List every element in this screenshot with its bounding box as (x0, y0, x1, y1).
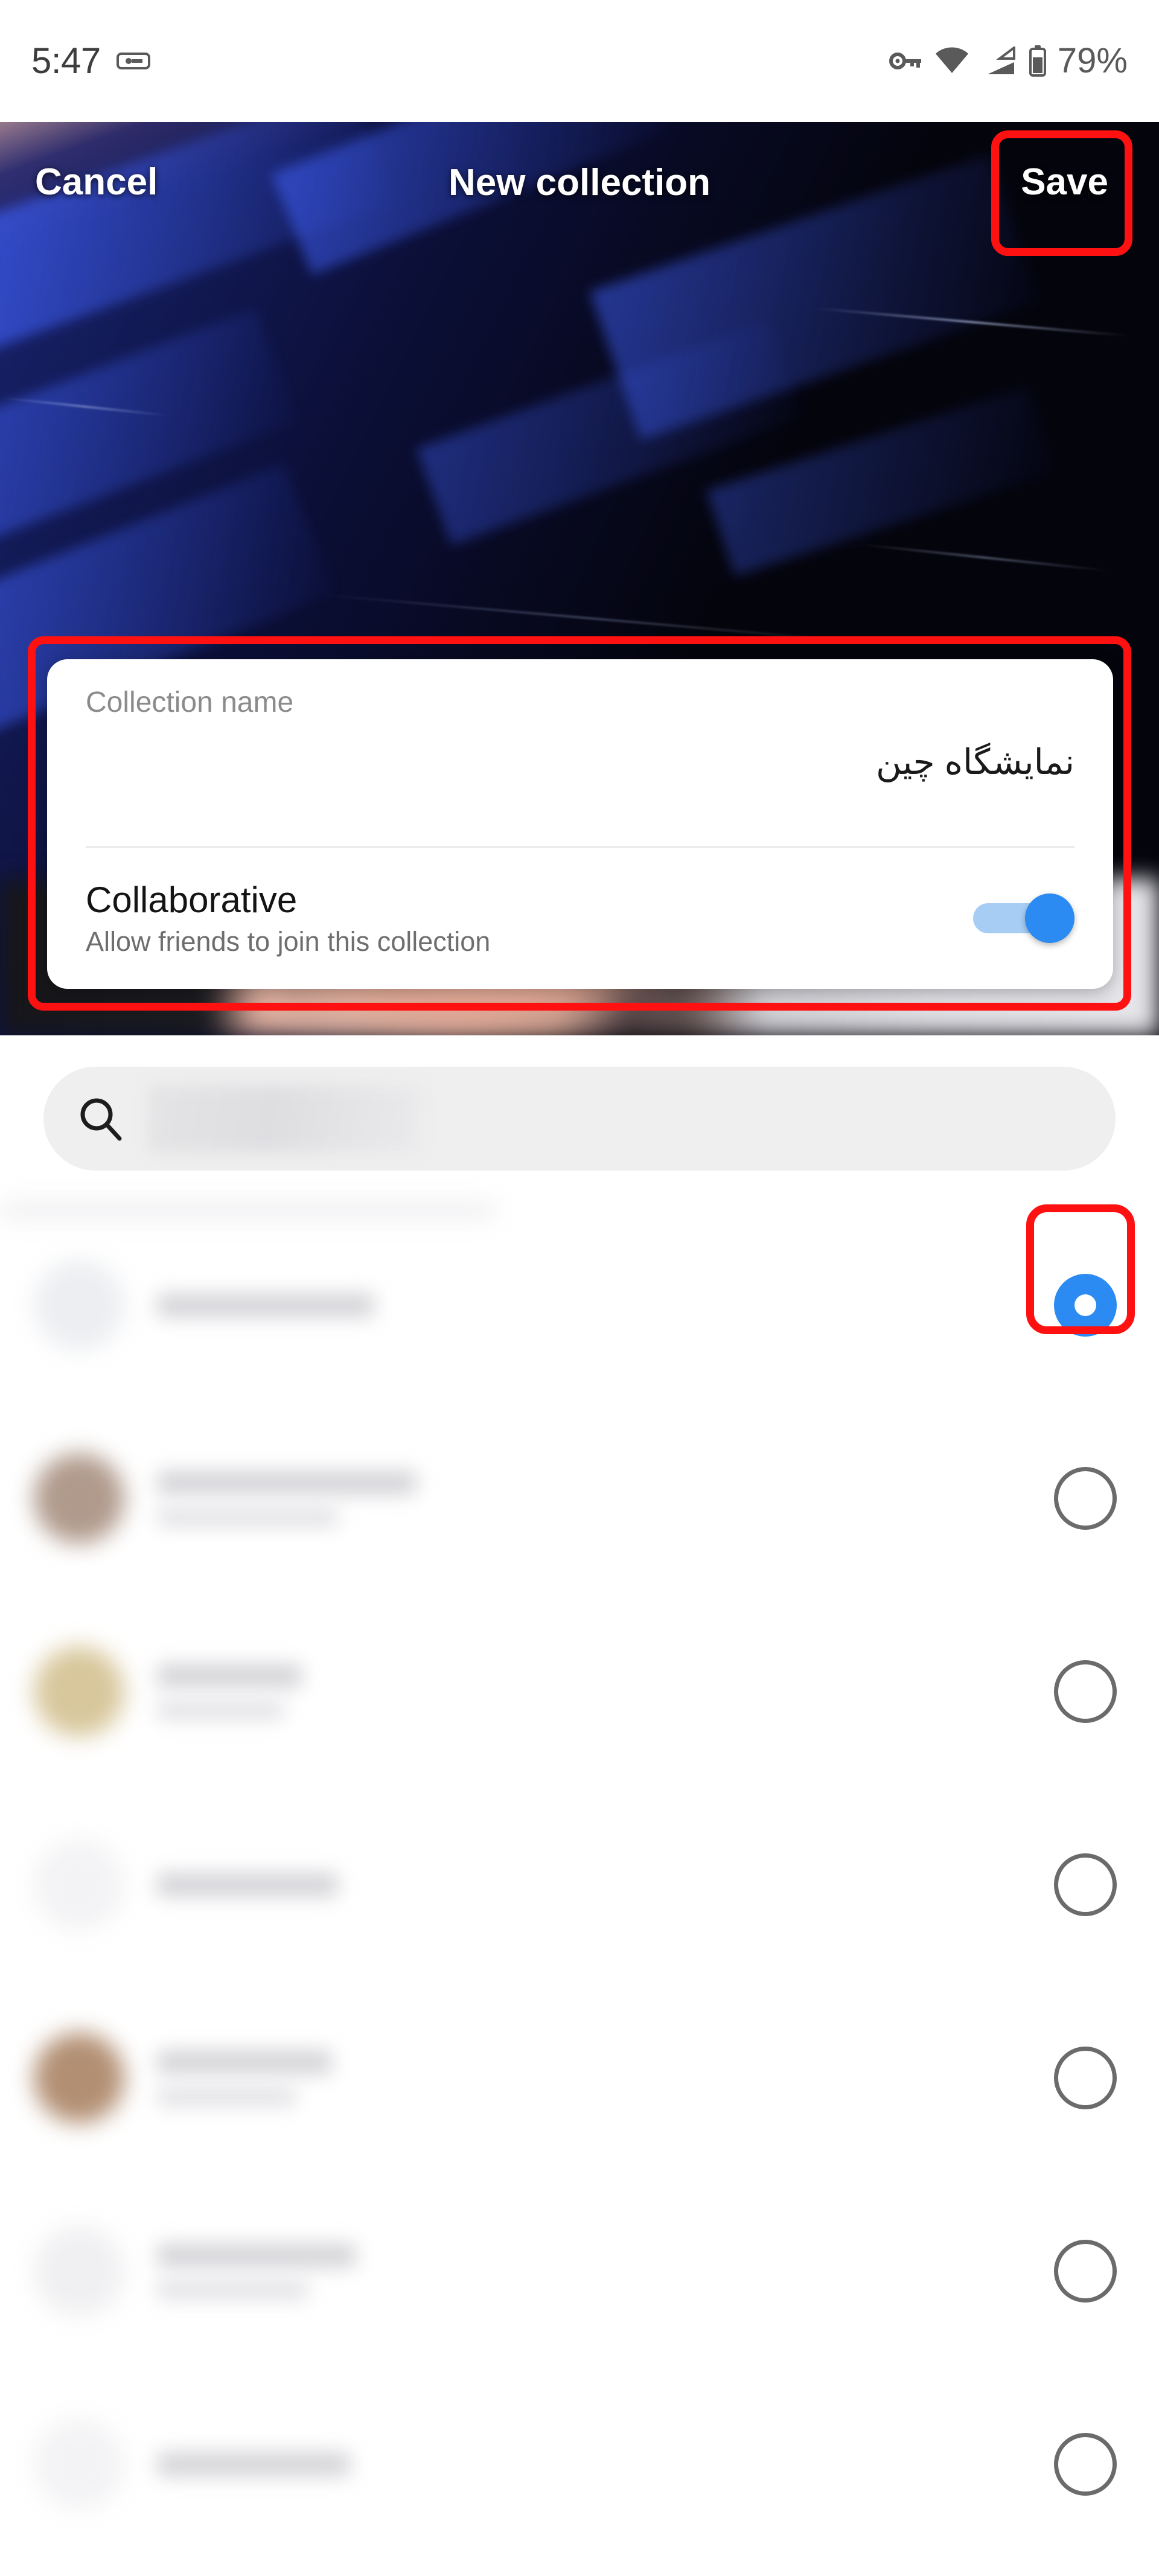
radio-button[interactable] (1054, 2047, 1117, 2109)
collection-name-input[interactable]: نمایشگاه چین (876, 741, 1074, 784)
list-item[interactable] (0, 1595, 1159, 1788)
collaborative-subtitle: Allow friends to join this collection (86, 925, 491, 957)
list-item-subtitle (157, 2088, 296, 2106)
list-item-subtitle (157, 1508, 338, 1526)
cancel-button[interactable]: Cancel (35, 164, 158, 201)
search-bar[interactable] (43, 1067, 1116, 1171)
radio-button[interactable] (1054, 2240, 1117, 2303)
avatar (34, 1839, 124, 1930)
radio-button[interactable] (1054, 1853, 1117, 1916)
list-item-texts (157, 1471, 1054, 1526)
cellular-signal-icon (982, 46, 1015, 75)
list-item-name (157, 2452, 350, 2476)
list-item[interactable] (0, 2368, 1159, 2561)
collaborative-toggle[interactable] (973, 893, 1074, 943)
list-item[interactable] (0, 1200, 1159, 1402)
battery-icon (1027, 45, 1048, 77)
list-item-divider (0, 1200, 495, 1221)
toggle-thumb (1025, 893, 1074, 943)
collaborative-title: Collaborative (86, 879, 298, 920)
radio-button[interactable] (1054, 2433, 1117, 2496)
list-item-subtitle (157, 2281, 308, 2299)
avatar (34, 1260, 124, 1350)
list-item-name (157, 1293, 374, 1317)
app-bar: Cancel Save (0, 122, 1159, 243)
search-icon (77, 1095, 124, 1142)
collection-name-field[interactable]: Collection name نمایشگاه چین (47, 659, 1113, 846)
status-bar-clock: 5:47 (31, 40, 101, 81)
status-bar-right: 79% (889, 43, 1128, 78)
collaborative-texts: Collaborative Allow friends to join this… (86, 879, 491, 957)
avatar (34, 2226, 124, 2316)
list-item-texts (157, 1293, 1054, 1317)
list-item-name (157, 2243, 356, 2268)
radio-button[interactable] (1054, 1467, 1117, 1530)
status-bar-left: 5:47 (31, 43, 150, 79)
list-item-name (157, 2050, 332, 2074)
vpn-key-badge-icon (116, 49, 150, 73)
list-item-texts (157, 2452, 1054, 2476)
list-item[interactable] (0, 1788, 1159, 1981)
list-item-name (157, 1664, 302, 1688)
avatar (34, 1453, 124, 1544)
list-item[interactable] (0, 1981, 1159, 2175)
radio-button-selected[interactable] (1054, 1274, 1117, 1337)
list-item-texts (157, 2243, 1054, 2299)
list-item-subtitle (157, 1701, 284, 1719)
list-item[interactable] (0, 1402, 1159, 1595)
avatar (34, 2033, 124, 2123)
status-bar: 5:47 79% (0, 0, 1159, 122)
wifi-icon (934, 46, 969, 75)
list-item-name (157, 1873, 338, 1897)
search-input[interactable] (148, 1085, 420, 1152)
collection-card: Collection name نمایشگاه چین Collaborati… (47, 659, 1113, 989)
save-button[interactable]: Save (1021, 164, 1124, 201)
avatar (34, 1646, 124, 1737)
battery-percent-label: 79% (1057, 41, 1128, 80)
list-item-texts (157, 1664, 1054, 1719)
list-item[interactable] (0, 2175, 1159, 2368)
key-icon (889, 47, 922, 75)
list-item-texts (157, 2050, 1054, 2106)
phone-screen: 5:47 79% Cancel Save New collection Coll… (0, 0, 1159, 2576)
friends-list (0, 1200, 1159, 2561)
radio-button[interactable] (1054, 1660, 1117, 1723)
avatar (34, 2419, 124, 2510)
collection-name-label: Collection name (86, 686, 294, 718)
collaborative-row[interactable]: Collaborative Allow friends to join this… (47, 848, 1113, 989)
list-item-texts (157, 1873, 1054, 1897)
list-item-name (157, 1471, 417, 1495)
